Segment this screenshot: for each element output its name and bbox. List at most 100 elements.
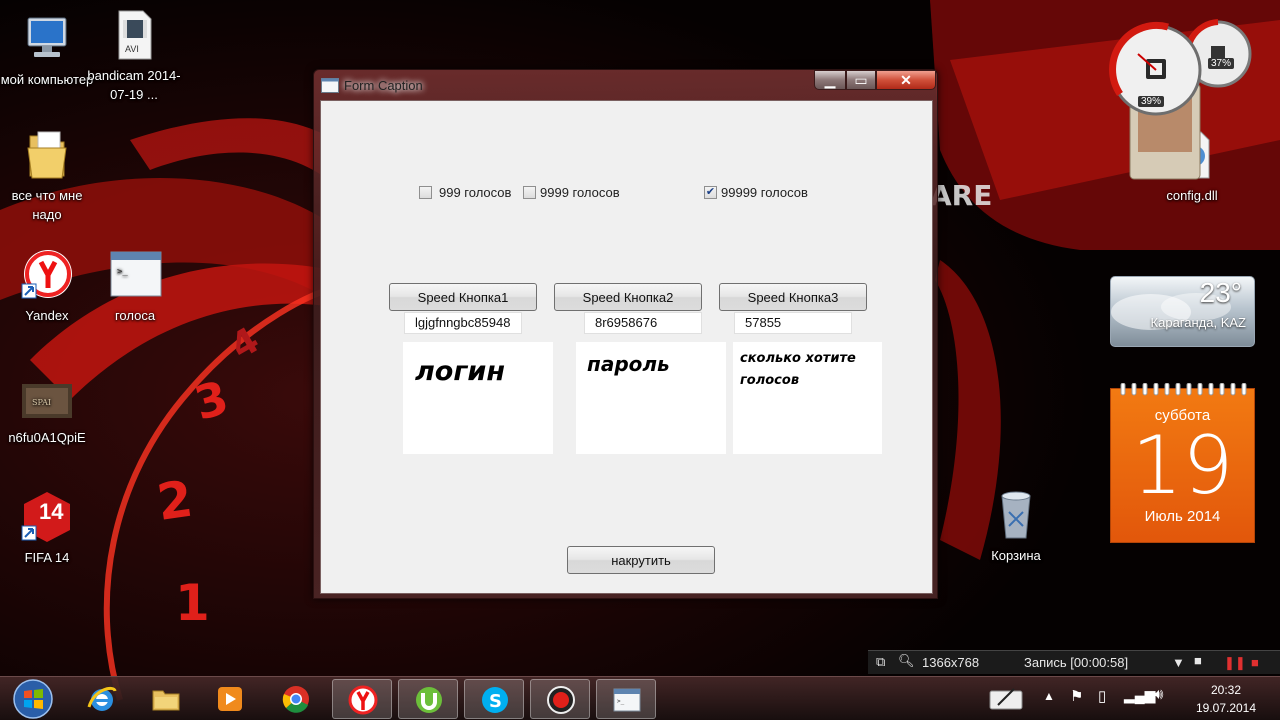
taskbar-yandex[interactable] [332,679,392,719]
icon-label: Yandex [25,308,69,323]
action-center-icon[interactable]: ⚑ [1070,687,1083,705]
show-hidden-icons-icon[interactable]: ▲ [1043,689,1055,703]
battery-icon[interactable]: ▯ [1098,687,1106,705]
svg-text:ARE: ARE [930,179,992,212]
start-button[interactable] [12,678,54,720]
desktop-icon-my-computer[interactable]: мой компьютер [0,12,95,89]
votes-note-text: сколько хотите голосов [740,351,856,388]
maximize-icon: ▭ [854,72,868,88]
votes-field[interactable]: 57855 [734,312,852,334]
login-note-text: логин [415,356,506,387]
maximize-button[interactable]: ▭ [846,70,876,90]
weather-city: Караганда, KAZ [1150,315,1246,330]
cpu-percent: 39% [1138,96,1165,107]
computer-icon [20,12,74,66]
window-app-icon [321,78,339,93]
taskbar-media-player[interactable] [200,679,260,719]
taskbar-utorrent[interactable] [398,679,458,719]
application-window-icon: >_ [613,688,641,712]
weather-gadget[interactable]: 23° Караганда, KAZ [1110,276,1255,347]
icon-label: config.dll [1166,188,1218,203]
recycle-bin-icon [989,488,1043,542]
speed-button-1[interactable]: Speed Кнопка1 [389,283,537,311]
taskbar-internet-explorer[interactable] [72,679,132,719]
desktop-icon-fifa14[interactable]: 14 FIFA 14 [0,490,95,567]
dropdown-icon[interactable]: ▼ [1172,655,1185,670]
desktop-icon-recycle-bin[interactable]: Корзина [968,488,1064,565]
icon-label: все что мне надо [11,188,83,222]
avi-file-icon: AVI [107,8,161,62]
speed-button-3[interactable]: Speed Кнопка3 [719,283,867,311]
calendar-rings-icon [1120,383,1247,396]
fifa-icon: 14 [20,490,74,544]
media-player-icon [218,687,242,711]
desktop-icon-video-thumb[interactable]: SPAI n6fu0A1QpiE [0,370,95,447]
window-title: Form Caption [344,78,423,93]
desktop-icon-folder[interactable]: все что мне надо [0,128,95,224]
password-note-text: пароль [587,352,670,376]
checkbox-box-checked[interactable]: ✔ [704,186,717,199]
speed-button-2[interactable]: Speed Кнопка2 [554,283,702,311]
checkbox-box[interactable] [523,186,536,199]
pause-icon[interactable]: ❚❚ [1224,655,1246,671]
icon-label: n6fu0A1QpiE [8,430,86,445]
chrome-icon [282,686,309,713]
avi-badge: AVI [125,44,139,54]
application-window-icon: >_ [108,248,162,302]
desktop-icon-bandicam-video[interactable]: AVI bandicam 2014-07-19 ... [86,8,182,104]
magnifier-icon[interactable]: 🔍︎ [898,653,915,669]
calendar-gadget[interactable]: суббота 19 Июль 2014 [1110,383,1255,543]
calendar-day: 19 [1131,419,1234,512]
taskbar-app-window[interactable]: >_ [596,679,656,719]
window-mode-icon[interactable]: ⧉ [876,654,885,670]
record-icon [547,686,575,714]
checkbox-99999[interactable]: ✔ 99999 голосов [704,185,808,200]
form-client-area: 999 голосов 9999 голосов ✔ 99999 голосов… [320,100,933,594]
camera-icon[interactable]: ■ [1194,653,1202,668]
pen-tablet-icon[interactable] [988,685,1024,713]
votes-note: сколько хотите голосов [733,342,882,454]
utorrent-icon [416,687,442,713]
svg-text:>_: >_ [617,698,625,705]
recording-status: Запись [00:00:58] [1024,655,1129,670]
checkbox-9999[interactable]: 9999 голосов [523,185,620,200]
minimize-button[interactable]: ▁ [814,70,846,90]
desktop-icon-golosa[interactable]: >_ голоса [87,248,183,325]
boost-button[interactable]: накрутить [567,546,715,574]
close-icon: ✕ [900,72,912,88]
taskbar-bandicam[interactable] [530,679,590,719]
icon-label: bandicam 2014-07-19 ... [87,68,181,102]
folder-icon [20,128,74,182]
fifa-badge: 14 [39,499,64,524]
yandex-icon [20,248,74,302]
internet-explorer-icon [87,686,117,711]
password-note: пароль [576,342,726,454]
system-clock[interactable]: 20:32 19.07.2014 [1186,681,1266,717]
password-field[interactable]: 8r6958676 [584,312,702,334]
checkbox-label: 99999 голосов [721,185,808,200]
icon-label: мой компьютер [0,72,94,87]
skype-icon: S [482,687,508,713]
weather-temperature: 23° [1199,277,1242,308]
cpu-gauge-icon [1109,19,1252,180]
recording-resolution: 1366x768 [922,655,980,670]
desktop-icon-yandex[interactable]: Yandex [0,248,95,325]
svg-text:S: S [489,691,502,712]
icon-label: FIFA 14 [24,550,70,565]
checkmark-icon: ✔ [705,186,716,198]
taskbar-file-explorer[interactable] [136,679,196,719]
icon-label: Корзина [991,548,1041,563]
video-thumbnail-icon: SPAI [20,370,74,424]
taskbar-skype[interactable]: S [464,679,524,719]
checkbox-box[interactable] [419,186,432,199]
volume-icon[interactable]: 🔊︎ [1154,686,1163,703]
checkbox-999[interactable]: 999 голосов [419,185,511,200]
taskbar-chrome[interactable] [266,679,326,719]
stop-icon[interactable]: ■ [1251,655,1259,670]
cpu-meter-gadget[interactable]: 39% 37% [1108,14,1258,184]
form-window[interactable]: Form Caption ▁ ▭ ✕ 999 голосов 9999 голо… [313,69,938,599]
network-signal-icon[interactable]: ▂▄▆ [1124,687,1155,704]
close-button[interactable]: ✕ [876,70,936,90]
checkbox-label: 9999 голосов [540,185,620,200]
login-field[interactable]: lgjgfnngbc85948 [404,312,522,334]
